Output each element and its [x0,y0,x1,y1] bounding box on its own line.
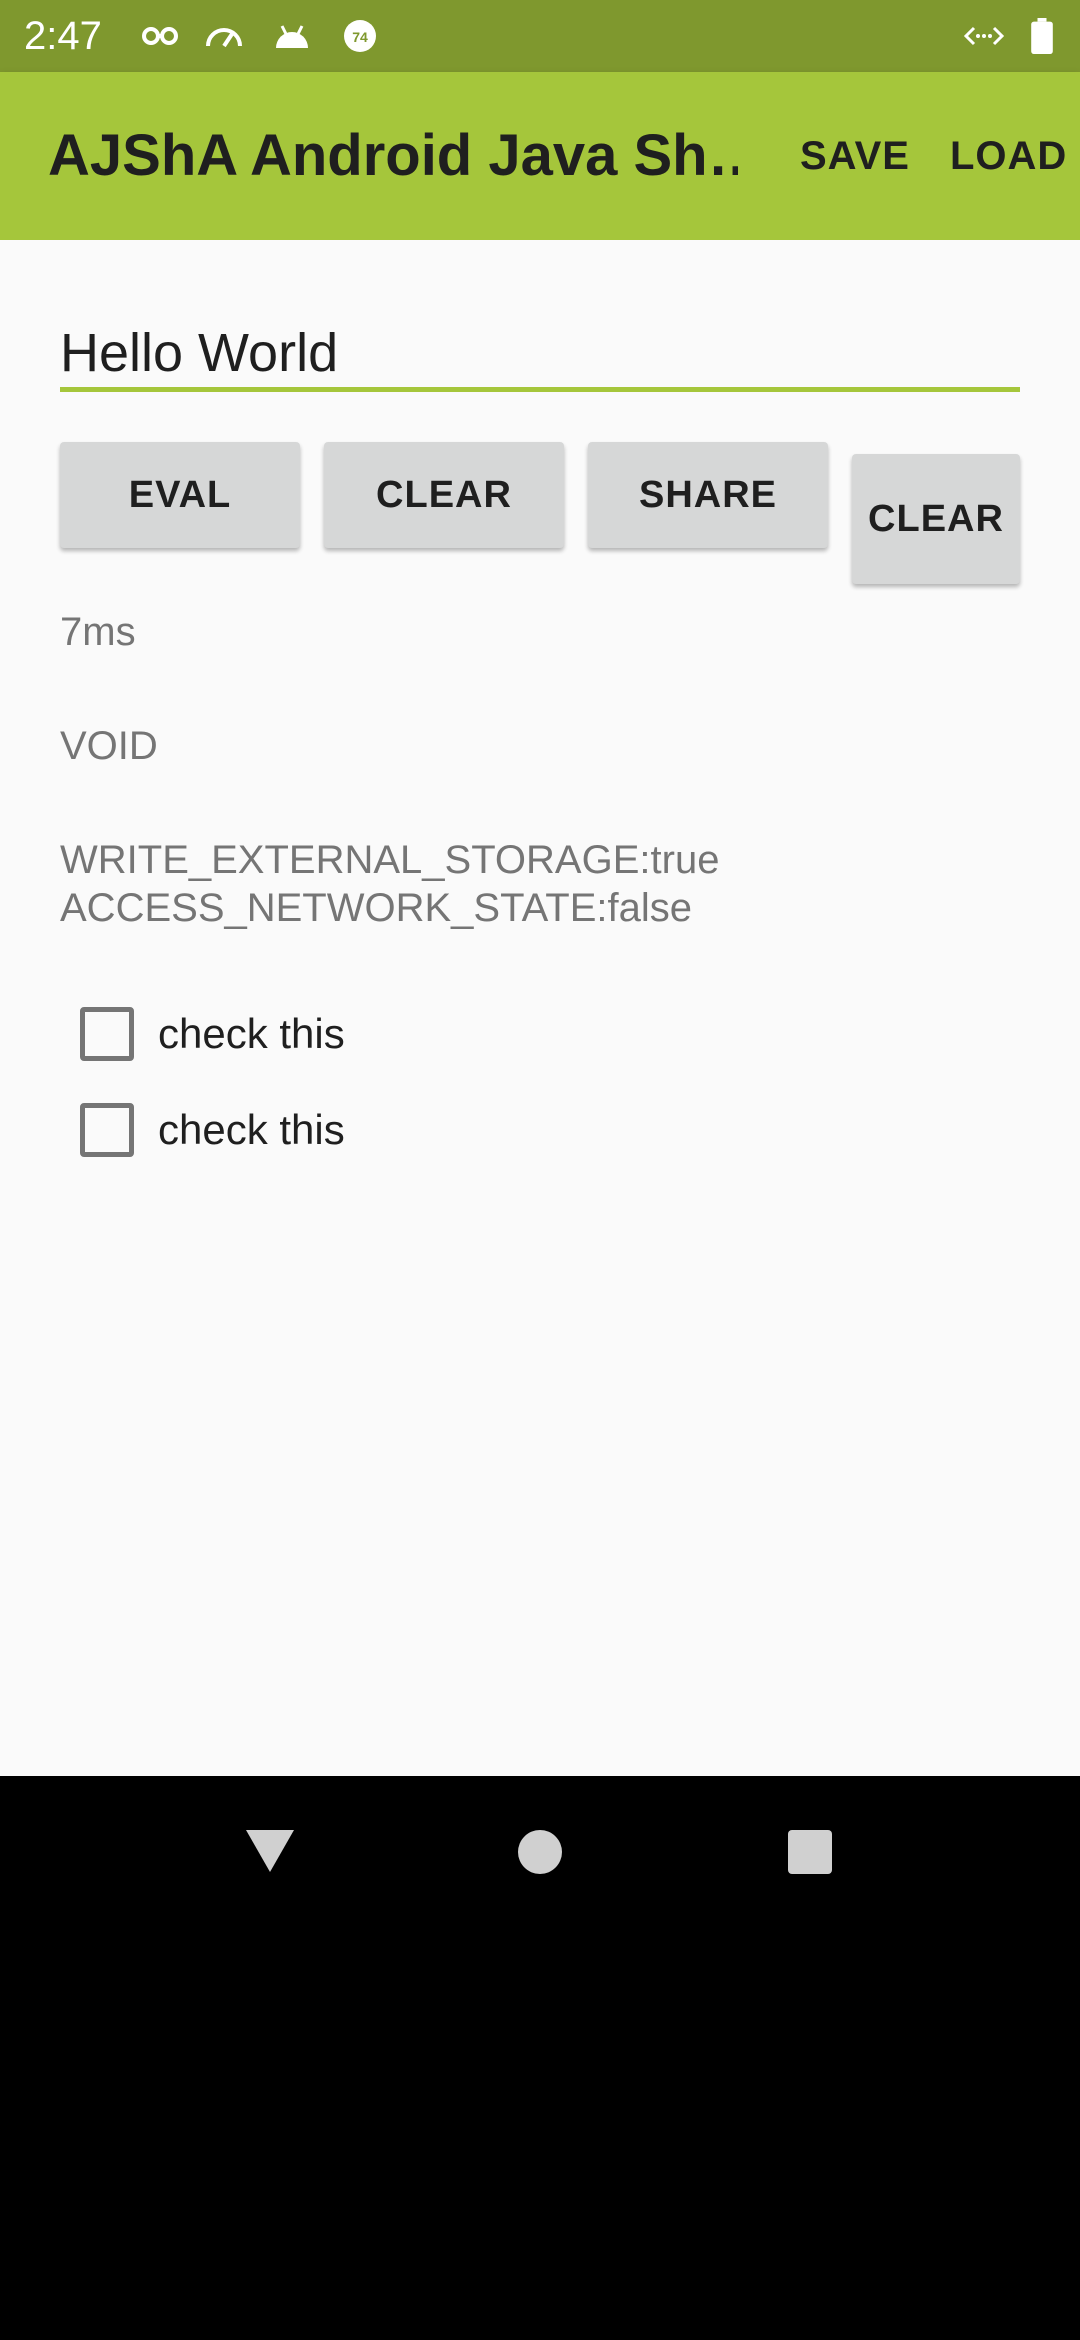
share-button[interactable]: SHARE [588,442,828,548]
main-content: EVAL CLEAR SHARE CLEAR 7ms VOID WRITE_EX… [0,240,1080,1776]
result-text: VOID [60,724,158,768]
execution-time: 7ms [60,610,136,654]
app-title: AJShA Android Java Sh… [48,124,738,188]
checkbox[interactable] [80,1007,134,1061]
battery-icon [1028,18,1056,54]
navigation-bar [0,1776,1080,2340]
app-bar: AJShA Android Java Sh… SAVE LOAD [0,72,1080,240]
checkbox-label: check this [158,1106,345,1153]
eval-button[interactable]: EVAL [60,442,300,548]
status-time: 2:47 [24,14,102,58]
back-icon[interactable] [240,1822,300,1882]
incognito-icon [140,18,180,54]
save-action[interactable]: SAVE [800,132,910,180]
checkbox-row[interactable]: check this [80,1098,345,1162]
checkbox-row[interactable]: check this [80,1002,345,1066]
status-bar: 2:47 74 [0,0,1080,72]
speedometer-icon [204,18,244,54]
code-input[interactable] [60,318,1020,392]
notification-badge-icon: 74 [340,18,380,54]
checkbox[interactable] [80,1103,134,1157]
clear-output-button[interactable]: CLEAR [852,454,1020,584]
data-transfer-icon [964,18,1004,54]
clear-button[interactable]: CLEAR [324,442,564,548]
badge-number: 74 [352,29,368,45]
android-icon [272,18,312,54]
home-icon[interactable] [510,1822,570,1882]
permissions-text: WRITE_EXTERNAL_STORAGE:true ACCESS_NETWO… [60,838,720,930]
load-action[interactable]: LOAD [950,132,1067,180]
checkbox-label: check this [158,1010,345,1057]
recents-icon[interactable] [780,1822,840,1882]
